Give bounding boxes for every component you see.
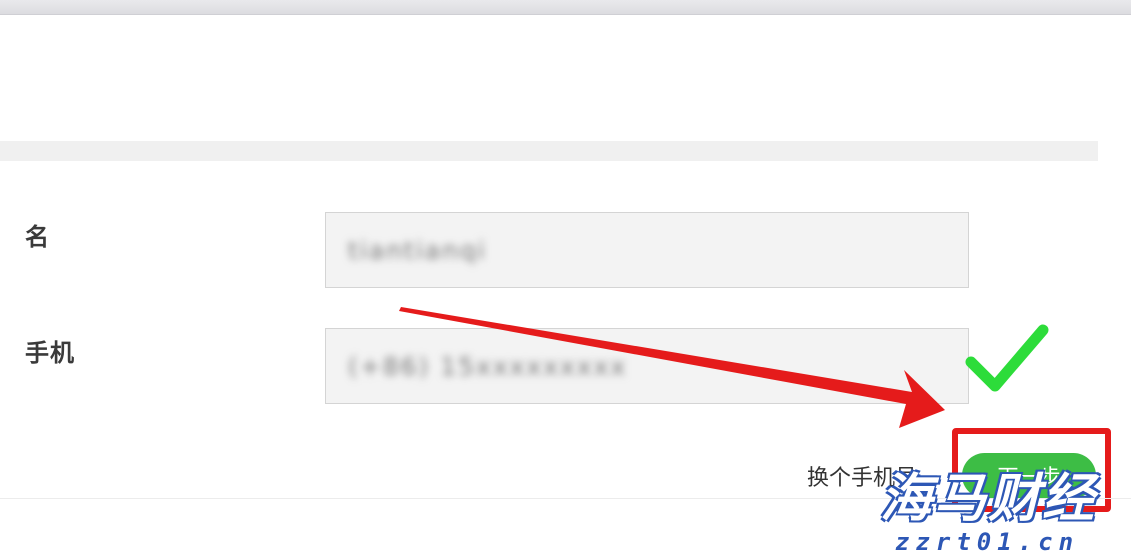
watermark-url: zzrt01.cn xyxy=(895,528,1080,556)
browser-top-bar xyxy=(0,0,1131,15)
check-icon xyxy=(965,324,1049,392)
phone-field[interactable]: (+86) 15xxxxxxxxx xyxy=(325,328,969,404)
name-value: tiantianqi xyxy=(348,235,487,265)
phone-value: (+86) 15xxxxxxxxx xyxy=(348,351,628,381)
next-button[interactable]: 下一步 xyxy=(962,453,1096,498)
change-phone-link[interactable]: 换个手机号 xyxy=(807,460,917,492)
footer-divider xyxy=(0,498,1131,499)
name-label: 名 xyxy=(25,223,50,251)
phone-label: 手机 xyxy=(25,339,75,367)
name-field[interactable]: tiantianqi xyxy=(325,212,969,288)
section-divider xyxy=(0,141,1098,161)
phone-binding-page: 名 tiantianqi 手机 (+86) 15xxxxxxxxx 换个手机号 … xyxy=(0,0,1131,557)
